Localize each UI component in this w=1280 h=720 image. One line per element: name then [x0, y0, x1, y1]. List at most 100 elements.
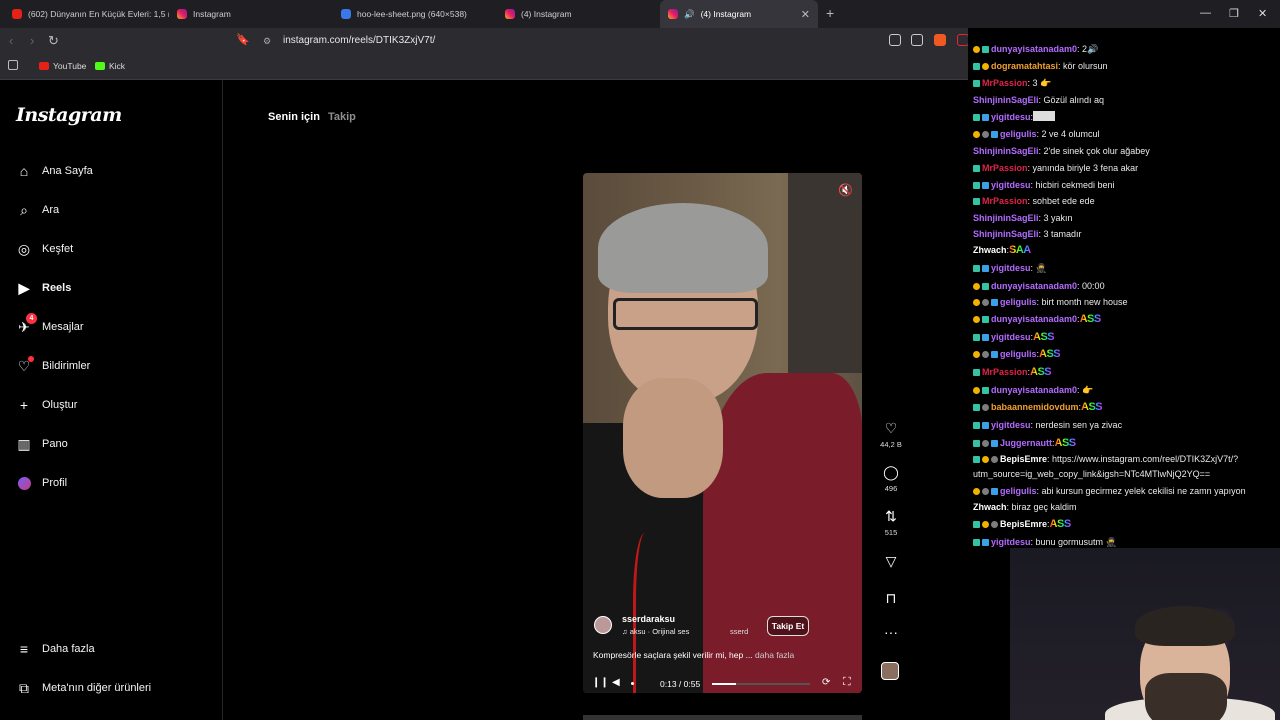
nav-item-notifications[interactable]: ♡ Bildirimler [16, 356, 91, 374]
audio-label[interactable]: ♫ aksu · Orijinal ses [622, 627, 689, 636]
audio-marquee: sserd [730, 627, 749, 636]
chat-username[interactable]: MrPassion [982, 196, 1028, 206]
chat-username[interactable]: ShinjininSagEli [973, 146, 1039, 156]
site-info-icon[interactable]: ⚙ [263, 36, 271, 47]
nav-item-meta-apps[interactable]: ⧉ Meta'nın diğer ürünleri [16, 680, 151, 696]
mod-badge-icon [973, 80, 980, 87]
chat-username[interactable]: yigitdesu [991, 537, 1031, 547]
nav-label: Mesajlar [42, 321, 84, 333]
save-button[interactable]: ⊓ [876, 590, 906, 607]
chat-username[interactable]: dunyayisatanadam0 [991, 44, 1077, 54]
chat-message: yigitdesu: nerdesin sen ya zivac [973, 419, 1273, 431]
bookmark-youtube[interactable]: YouTube [39, 61, 86, 71]
maximize-button[interactable]: ❐ [1229, 7, 1239, 20]
pause-icon[interactable]: ❙❙ [592, 677, 609, 688]
tab-following[interactable]: Takip [328, 111, 356, 123]
chat-text: : bunu gormusutm 🥷 [1030, 537, 1117, 547]
chat-message: yigitdesu: bunu gormusutm 🥷 [973, 536, 1273, 548]
cast-icon[interactable] [889, 34, 901, 46]
chat-username[interactable]: Juggernautt [1000, 438, 1052, 448]
bookmark-kick[interactable]: Kick [95, 61, 125, 71]
nav-item-messages[interactable]: ✈ 4 Mesajlar [16, 313, 84, 335]
like-button[interactable]: ♡ 44,2 B [876, 420, 906, 449]
nav-item-profile[interactable]: Profil [16, 475, 67, 491]
chat-username[interactable]: babaannemidovdum [991, 402, 1079, 412]
author-avatar[interactable] [594, 616, 612, 634]
gif-icon [341, 9, 351, 19]
bookmark-icon[interactable]: 🔖 [236, 33, 250, 46]
chat-username[interactable]: dogramatahtasi [991, 61, 1058, 71]
window-close-button[interactable]: ✕ [1258, 7, 1267, 20]
chat-username[interactable]: MrPassion [982, 367, 1028, 377]
chat-username[interactable]: ShinjininSagEli [973, 213, 1039, 223]
nav-item-create[interactable]: + Oluştur [16, 397, 78, 413]
chat-username[interactable]: geligulis [1000, 129, 1037, 139]
chat-username[interactable]: BepisEmre [1000, 519, 1047, 529]
nav-item-reels[interactable]: ▶ Reels [16, 280, 72, 296]
minimize-button[interactable]: — [1200, 7, 1211, 19]
chat-username[interactable]: Zhwach [973, 245, 1007, 255]
tab-for-you[interactable]: Senin için [268, 111, 320, 123]
apps-icon[interactable] [8, 60, 18, 70]
brave-shield-icon[interactable] [934, 34, 946, 46]
back-button[interactable]: ‹ [9, 33, 13, 48]
more-options-button[interactable]: ··· [876, 624, 906, 640]
repost-button[interactable]: ⇅ 515 [876, 508, 906, 537]
url-text[interactable]: instagram.com/reels/DTIK3ZxjV7t/ [283, 35, 435, 46]
cam-beard [1145, 673, 1227, 720]
chat-username[interactable]: yigitdesu [991, 332, 1031, 342]
share-button[interactable]: ▽ [876, 553, 906, 570]
chat-username[interactable]: dunyayisatanadam0 [991, 314, 1077, 324]
chat-username[interactable]: yigitdesu [991, 180, 1031, 190]
volume-slider[interactable] [631, 682, 634, 685]
comment-button[interactable]: ◯ 496 [876, 464, 906, 493]
audio-thumbnail[interactable] [881, 662, 899, 680]
loop-icon[interactable]: ⟳ [822, 677, 830, 688]
nav-label: Ana Sayfa [42, 165, 93, 177]
chat-username[interactable]: yigitdesu [991, 420, 1031, 430]
chat-username[interactable]: geligulis [1000, 297, 1037, 307]
browser-tab-2[interactable]: Instagram [169, 0, 331, 28]
browser-tab-1[interactable]: (602) Dünyanın En Küçük Evleri: 1,5 m [4, 0, 169, 28]
share-icon[interactable] [911, 34, 923, 46]
chat-username[interactable]: dunyayisatanadam0 [991, 281, 1077, 291]
chat-username[interactable]: BepisEmre [1000, 454, 1047, 464]
new-tab-button[interactable]: + [826, 5, 834, 21]
browser-tab-3[interactable]: hoo-lee-sheet.png (640×538) [333, 0, 495, 28]
sub-badge-icon [982, 114, 989, 121]
chat-message: dunyayisatanadam0: 👉 [973, 384, 1273, 396]
chat-text: : 3 tamadır [1038, 229, 1082, 239]
browser-tab-active[interactable]: 🔊 (4) Instagram ✕ [660, 0, 818, 28]
nav-item-explore[interactable]: ◎ Keşfet [16, 241, 73, 257]
chat-username[interactable]: ShinjininSagEli [973, 229, 1039, 239]
fullscreen-icon[interactable]: ⛶ [843, 676, 851, 689]
chat-username[interactable]: geligulis [1000, 486, 1037, 496]
nav-item-search[interactable]: ⌕ Ara [16, 202, 59, 218]
plus-icon: + [19, 397, 29, 413]
nav-item-more[interactable]: ≡ Daha fazla [16, 641, 95, 657]
chat-username[interactable]: geligulis [1000, 349, 1037, 359]
mute-icon[interactable]: 🔇 [838, 183, 853, 197]
chat-username[interactable]: yigitdesu [991, 263, 1031, 273]
close-icon[interactable]: ✕ [801, 8, 810, 21]
chat-username[interactable]: yigitdesu [991, 112, 1031, 122]
chat-username[interactable]: ShinjininSagEli [973, 95, 1039, 105]
browser-tab-4[interactable]: (4) Instagram [497, 0, 659, 28]
chat-username[interactable]: Zhwach [973, 502, 1007, 512]
reload-button[interactable]: ↻ [48, 33, 59, 49]
next-reel-preview[interactable] [583, 715, 862, 720]
forward-button[interactable]: › [30, 33, 34, 48]
chat-username[interactable]: dunyayisatanadam0 [991, 385, 1077, 395]
author-name[interactable]: sserdaraksu [622, 614, 675, 624]
volume-icon[interactable]: ◀ [612, 677, 620, 688]
chat-username[interactable]: MrPassion [982, 78, 1028, 88]
chat-username[interactable]: MrPassion [982, 163, 1028, 173]
nav-label: Bildirimler [42, 360, 91, 372]
follow-button[interactable]: Takip Et [767, 616, 809, 636]
video-progress-bar[interactable] [712, 683, 810, 685]
chat-message: BepisEmre: ASS [973, 518, 1273, 530]
nav-item-home[interactable]: ⌂ Ana Sayfa [16, 163, 93, 179]
caption-more-link[interactable]: daha fazla [755, 650, 794, 660]
instagram-logo[interactable]: Instagram [16, 104, 122, 126]
nav-item-dashboard[interactable]: ▥ Pano [16, 436, 67, 452]
